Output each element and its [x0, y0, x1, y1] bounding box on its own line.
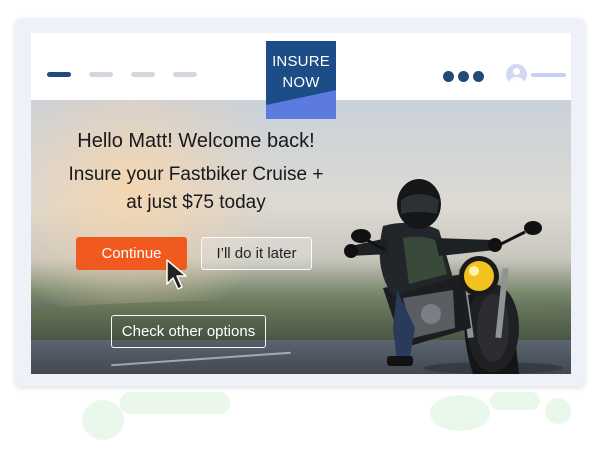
nav-item-1[interactable] [47, 72, 71, 77]
do-it-later-button[interactable]: I’ll do it later [201, 237, 312, 270]
nav-item-2[interactable] [89, 72, 113, 77]
decor-blob [490, 392, 540, 410]
insure-now-logo[interactable]: INSURE NOW [266, 41, 336, 119]
nav-item-4[interactable] [173, 72, 197, 77]
decor-blob [545, 398, 571, 424]
user-avatar-icon[interactable] [506, 64, 527, 85]
motorcycle-rider-image [344, 179, 563, 374]
decor-blob [430, 395, 490, 431]
mouse-pointer-icon [166, 259, 187, 290]
check-other-options-button[interactable]: Check other options [111, 315, 266, 348]
logo-text: INSURE NOW [272, 53, 330, 91]
decor-blob [82, 400, 124, 440]
more-dots-icon[interactable] [443, 69, 488, 87]
welcome-heading: Hello Matt! Welcome back! [77, 130, 315, 152]
hero-banner: Hello Matt! Welcome back! Insure your Fa… [31, 100, 571, 374]
user-name-placeholder [531, 73, 566, 77]
decor-blob [120, 392, 230, 414]
offer-line-2: at just $75 today [126, 192, 266, 213]
offer-line-1: Insure your Fastbiker Cruise + [68, 164, 324, 185]
nav-item-3[interactable] [131, 72, 155, 77]
app-screen: INSURE NOW Hello Matt! Welcome back! Ins… [31, 33, 571, 374]
